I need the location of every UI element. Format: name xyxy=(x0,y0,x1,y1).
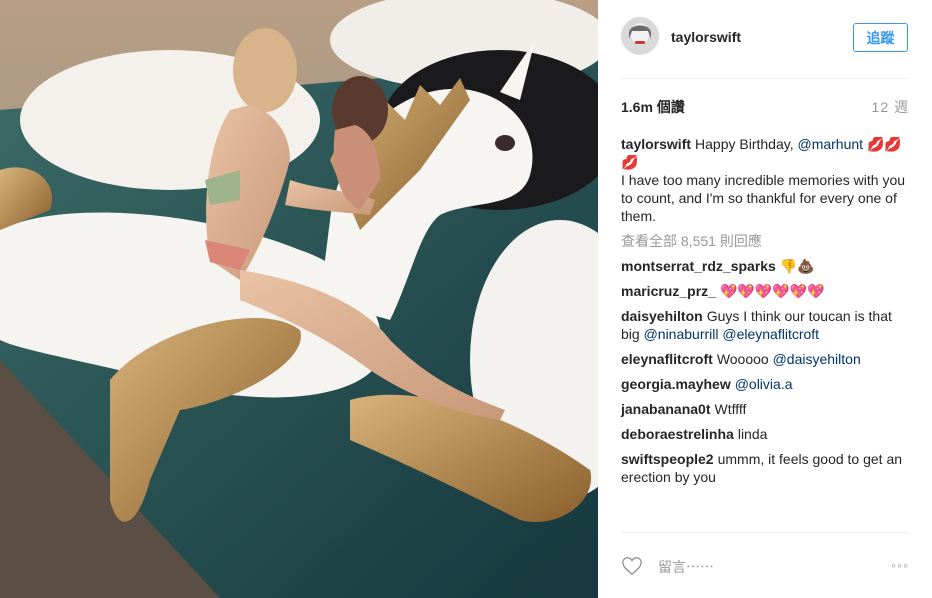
comment-row: montserrat_rdz_sparks 👎💩 xyxy=(621,257,911,275)
username[interactable]: taylorswift xyxy=(671,29,741,45)
comment-username[interactable]: montserrat_rdz_sparks xyxy=(621,258,776,274)
comment-text: 👎💩 xyxy=(779,258,815,274)
post-details-panel: taylorswift 追蹤 1.6m 個讚 12 週 taylorswift H… xyxy=(598,0,932,598)
header-divider xyxy=(621,78,909,79)
avatar-image xyxy=(621,17,659,55)
comment-text: Wooooo xyxy=(716,351,773,367)
comment-row: eleynaflitcroft Wooooo @daisyehilton xyxy=(621,350,911,368)
caption-text-before: Happy Birthday, xyxy=(695,136,794,152)
more-options-icon[interactable]: ◦◦◦ xyxy=(891,557,909,573)
heart-icon-svg xyxy=(622,557,642,576)
comment-text: Wtffff xyxy=(714,401,747,417)
comment-mentions[interactable]: @ninaburrill @eleynaflitcroft xyxy=(644,326,820,342)
post-footer: 留言⋯⋯ ◦◦◦ xyxy=(598,533,932,598)
likes-count[interactable]: 1.6m 個讚 xyxy=(621,99,685,115)
view-all-comments-link[interactable]: 查看全部 8,551 則回應 xyxy=(621,232,911,250)
pool-party-image xyxy=(0,0,598,598)
post-header: taylorswift 追蹤 xyxy=(598,0,932,78)
comment-row: deboraestrelinha linda xyxy=(621,425,911,443)
comment-input[interactable]: 留言⋯⋯ xyxy=(658,557,714,577)
avatar[interactable] xyxy=(621,17,659,55)
comment-username[interactable]: georgia.mayhew xyxy=(621,376,731,392)
follow-button[interactable]: 追蹤 xyxy=(853,23,908,52)
comment-text: 💖💖💖💖💖💖 xyxy=(719,283,825,299)
caption-text-after: I have too many incredible memories with… xyxy=(621,172,906,224)
caption-mention[interactable]: @marhunt xyxy=(797,136,863,152)
comment-username[interactable]: swiftspeople2 xyxy=(621,451,714,467)
post-photo[interactable] xyxy=(0,0,598,598)
comment-mentions[interactable]: @olivia.a xyxy=(735,376,793,392)
comment-row: georgia.mayhew @olivia.a xyxy=(621,375,911,393)
heart-icon[interactable] xyxy=(621,555,643,577)
caption-username[interactable]: taylorswift xyxy=(621,136,691,152)
comment-username[interactable]: deboraestrelinha xyxy=(621,426,734,442)
comment-username[interactable]: maricruz_prz_ xyxy=(621,283,716,299)
comment-row: janabanana0t Wtffff xyxy=(621,400,911,418)
comment-row: daisyehilton Guys I think our toucan is t… xyxy=(621,307,911,343)
post-age[interactable]: 12 週 xyxy=(872,97,909,117)
comment-row: swiftspeople2 ummm, it feels good to get … xyxy=(621,450,911,486)
comments-list: taylorswift Happy Birthday, @marhunt 💋💋💋 … xyxy=(621,135,911,493)
comment-mentions[interactable]: @daisyehilton xyxy=(773,351,861,367)
post-meta: 1.6m 個讚 12 週 xyxy=(621,97,909,115)
comment-row: maricruz_prz_ 💖💖💖💖💖💖 xyxy=(621,282,911,300)
comment-username[interactable]: janabanana0t xyxy=(621,401,710,417)
comment-username[interactable]: eleynaflitcroft xyxy=(621,351,713,367)
instagram-post: taylorswift 追蹤 1.6m 個讚 12 週 taylorswift H… xyxy=(0,0,932,598)
comment-username[interactable]: daisyehilton xyxy=(621,308,703,324)
comment-text: linda xyxy=(737,426,768,442)
caption: taylorswift Happy Birthday, @marhunt 💋💋💋 … xyxy=(621,135,911,225)
